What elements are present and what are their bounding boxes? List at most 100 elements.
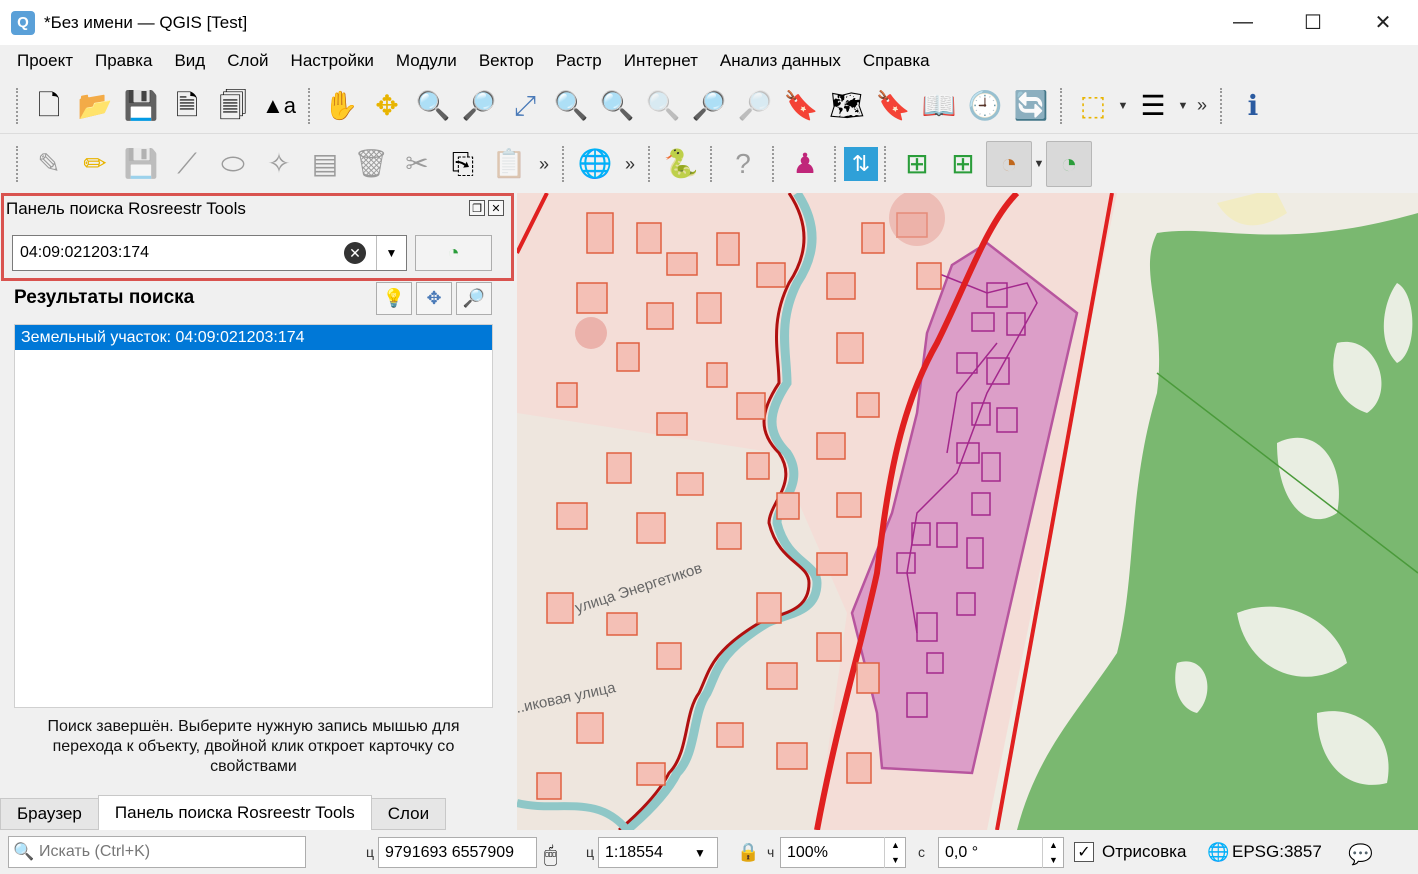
menu-view[interactable]: Вид bbox=[163, 51, 216, 71]
toolbar-grip[interactable] bbox=[308, 87, 312, 124]
menu-processing[interactable]: Анализ данных bbox=[709, 51, 852, 71]
add-polygon-feature-icon[interactable]: ⬭ bbox=[210, 141, 256, 187]
menu-project[interactable]: Проект bbox=[6, 51, 84, 71]
render-checkbox[interactable]: ✓ bbox=[1074, 842, 1094, 862]
toolbar-overflow-button[interactable]: » bbox=[1190, 95, 1214, 116]
delete-selected-icon[interactable]: 🗑 bbox=[348, 141, 394, 187]
zoom-out-icon[interactable]: 🔎 bbox=[456, 83, 502, 129]
add-line-feature-icon[interactable]: ⟋ bbox=[164, 141, 210, 187]
chevron-down-icon[interactable]: ▼ bbox=[1032, 158, 1046, 170]
toolbar-grip[interactable] bbox=[772, 146, 776, 182]
messages-icon[interactable]: 💬 bbox=[1348, 842, 1373, 867]
cadastral-search-input[interactable]: 04:09:021203:174 ✕ ▼ bbox=[12, 235, 407, 271]
python-console-icon[interactable]: 🐍 bbox=[658, 141, 704, 187]
close-button[interactable]: ✕ bbox=[1348, 0, 1418, 45]
tab-rosreestr-search[interactable]: Панель поиска Rosreestr Tools bbox=[97, 795, 372, 830]
chevron-down-icon[interactable]: ▼ bbox=[376, 236, 406, 270]
sort-arrows-icon[interactable]: ⇅ bbox=[844, 147, 878, 181]
new-bookmark-icon[interactable]: 🔖 bbox=[778, 83, 824, 129]
toolbar-overflow-button[interactable]: » bbox=[532, 154, 556, 175]
menu-web[interactable]: Интернет bbox=[613, 51, 709, 71]
toolbar-grip[interactable] bbox=[562, 146, 566, 182]
menu-settings[interactable]: Настройки bbox=[280, 51, 385, 71]
menu-vector[interactable]: Вектор bbox=[468, 51, 545, 71]
zoom-to-result-icon[interactable]: 🔎 bbox=[456, 282, 492, 315]
pan-icon[interactable]: ✋ bbox=[318, 83, 364, 129]
add-wms-layer-icon[interactable]: 🌐 bbox=[572, 141, 618, 187]
chevron-down-icon[interactable]: ▼ bbox=[1176, 100, 1190, 112]
toolbar-grip[interactable] bbox=[710, 146, 714, 182]
toolbar-grip[interactable] bbox=[884, 146, 888, 182]
help-icon[interactable]: ? bbox=[720, 141, 766, 187]
toolbar-grip[interactable] bbox=[648, 146, 652, 182]
select-features-icon[interactable]: ⬚ bbox=[1070, 83, 1116, 129]
open-project-icon[interactable]: 📂 bbox=[72, 83, 118, 129]
zoom-next-icon[interactable]: 🔎 bbox=[732, 83, 778, 129]
map-canvas[interactable]: улица Энергетиков ..иковая улица bbox=[517, 193, 1418, 830]
menu-raster[interactable]: Растр bbox=[545, 51, 613, 71]
float-dock-icon[interactable]: ❐ bbox=[469, 200, 485, 216]
pan-to-selection-icon[interactable]: ✥ bbox=[364, 83, 410, 129]
rosreestr-search-icon[interactable]: ◔ bbox=[1046, 141, 1092, 187]
menu-edit[interactable]: Правка bbox=[84, 51, 163, 71]
chevron-down-icon[interactable]: ▼ bbox=[694, 846, 706, 860]
map-svg[interactable]: улица Энергетиков ..иковая улица bbox=[517, 193, 1418, 830]
map-view-3d-icon[interactable]: 📖 bbox=[916, 83, 962, 129]
refresh-icon[interactable]: 🔄 bbox=[1008, 83, 1054, 129]
zoom-full-icon[interactable]: ⤢ bbox=[502, 83, 548, 129]
show-bookmarks-icon[interactable]: 🗺 bbox=[824, 83, 870, 129]
zoom-last-icon[interactable]: 🔎 bbox=[686, 83, 732, 129]
toolbar-overflow-button[interactable]: » bbox=[618, 154, 642, 175]
rosreestr-identify-icon[interactable]: ◔ bbox=[986, 141, 1032, 187]
temporal-controller-icon[interactable]: 🕘 bbox=[962, 83, 1008, 129]
toolbar-grip[interactable] bbox=[16, 146, 20, 182]
new-print-layout-icon[interactable]: 🗎 bbox=[164, 83, 210, 129]
style-manager-icon[interactable]: ▲a bbox=[256, 83, 302, 129]
identify-icon[interactable]: ℹ bbox=[1230, 83, 1276, 129]
zoom-to-selection-icon[interactable]: 🔍 bbox=[548, 83, 594, 129]
toolbar-grip[interactable] bbox=[834, 146, 838, 182]
modify-attributes-icon[interactable]: ▤ bbox=[302, 141, 348, 187]
new-map-view-icon[interactable]: 🔖 bbox=[870, 83, 916, 129]
menu-layer[interactable]: Слой bbox=[216, 51, 279, 71]
new-project-icon[interactable]: 🗋 bbox=[26, 83, 72, 129]
save-edits-icon[interactable]: 💾 bbox=[118, 141, 164, 187]
tab-layers[interactable]: Слои bbox=[370, 798, 447, 830]
chevron-down-icon[interactable]: ▼ bbox=[1116, 100, 1130, 112]
search-button[interactable]: ◔ bbox=[415, 235, 492, 271]
zoom-to-layer-icon[interactable]: 🔍 bbox=[594, 83, 640, 129]
add-layer-node-icon[interactable]: ⊞ bbox=[940, 141, 986, 187]
toolbar-grip[interactable] bbox=[16, 87, 20, 124]
toolbar-grip[interactable] bbox=[1060, 87, 1064, 124]
zoom-native-icon[interactable]: 🔍 bbox=[640, 83, 686, 129]
zoom-in-icon[interactable]: 🔍 bbox=[410, 83, 456, 129]
cut-features-icon[interactable]: ✂ bbox=[394, 141, 440, 187]
minimize-button[interactable]: — bbox=[1208, 0, 1278, 45]
copy-features-icon[interactable]: ⎘ bbox=[440, 141, 486, 187]
rotation-stepper[interactable]: ▲ ▼ bbox=[1042, 837, 1064, 868]
results-list[interactable]: Земельный участок: 04:09:021203:174 bbox=[14, 324, 493, 708]
list-item[interactable]: Земельный участок: 04:09:021203:174 bbox=[15, 325, 492, 350]
vertex-tool-icon[interactable]: ✧ bbox=[256, 141, 302, 187]
locator-search-input[interactable]: 🔍 Искать (Ctrl+K) bbox=[8, 836, 306, 868]
layout-manager-icon[interactable]: 🗐 bbox=[210, 83, 256, 129]
crs-button[interactable]: EPSG:3857 bbox=[1232, 842, 1322, 862]
mouse-coordinates-icon[interactable]: 🖱 bbox=[544, 842, 557, 868]
toolbar-grip[interactable] bbox=[1220, 87, 1224, 124]
search-value[interactable]: 04:09:021203:174 bbox=[13, 244, 344, 262]
plugin-figure-icon[interactable]: ♟ bbox=[782, 141, 828, 187]
magnifier-stepper[interactable]: ▲ ▼ bbox=[884, 837, 906, 868]
menu-help[interactable]: Справка bbox=[852, 51, 941, 71]
menu-plugins[interactable]: Модули bbox=[385, 51, 468, 71]
coordinate-field[interactable]: 9791693 6557909 bbox=[378, 837, 537, 868]
paste-features-icon[interactable]: 📋 bbox=[486, 141, 532, 187]
save-project-icon[interactable]: 💾 bbox=[118, 83, 164, 129]
highlight-bulb-icon[interactable]: 💡 bbox=[376, 282, 412, 315]
current-edits-icon[interactable]: ✎ bbox=[26, 141, 72, 187]
open-attribute-table-icon[interactable]: ☰ bbox=[1130, 83, 1176, 129]
toggle-editing-icon[interactable]: ✏ bbox=[72, 141, 118, 187]
lock-icon[interactable]: 🔒 bbox=[737, 842, 759, 863]
close-dock-icon[interactable]: ✕ bbox=[488, 200, 504, 216]
pan-to-result-icon[interactable]: ✥ bbox=[416, 282, 452, 315]
maximize-button[interactable]: ☐ bbox=[1278, 0, 1348, 45]
